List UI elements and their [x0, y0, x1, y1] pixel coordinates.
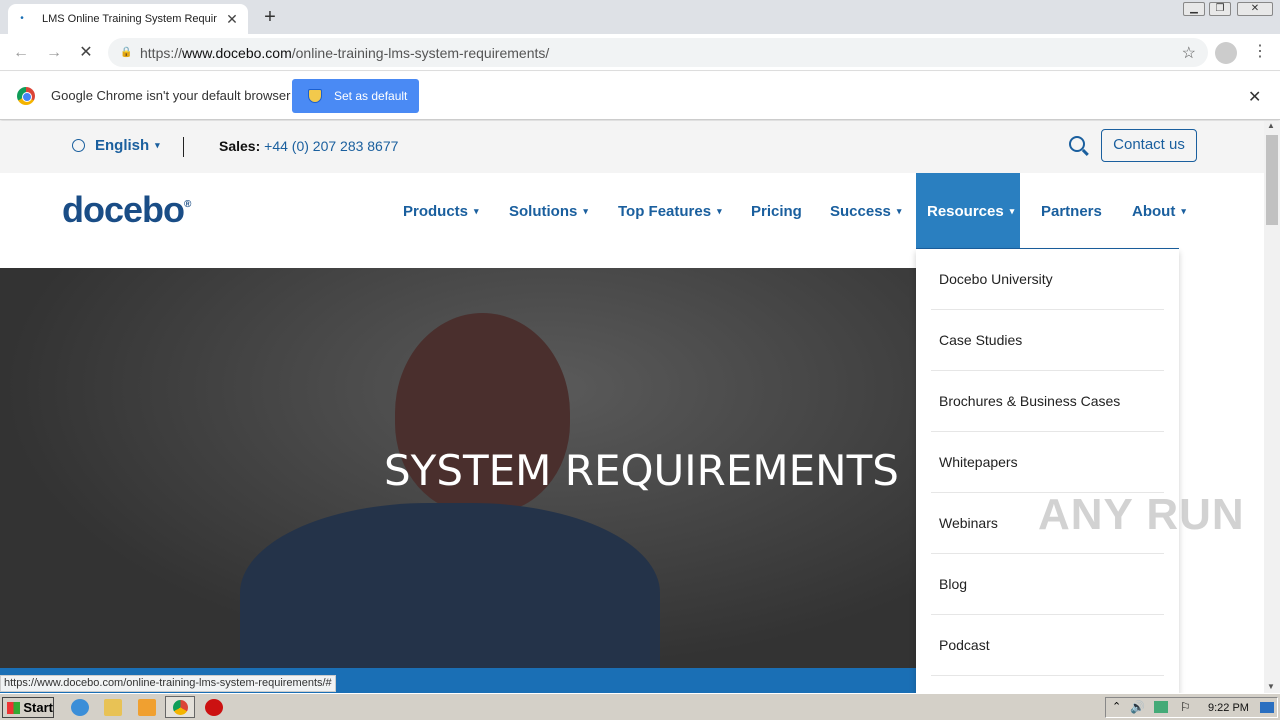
hero-person-body [240, 503, 660, 668]
window-close-button[interactable]: ✕ [1237, 2, 1273, 16]
infobar-close-icon[interactable]: ✕ [1248, 87, 1261, 107]
contact-us-button[interactable]: Contact us [1101, 129, 1197, 162]
minimize-button[interactable]: ▁ [1183, 2, 1205, 16]
stop-loading-icon[interactable]: ✕ [75, 42, 97, 64]
caret-down-icon: ▾ [583, 205, 588, 216]
menu-item-whitepapers[interactable]: Whitepapers [931, 432, 1164, 493]
taskbar-clock[interactable]: 9:22 PM [1208, 702, 1249, 714]
favicon-icon: • [20, 13, 24, 24]
url-text[interactable]: https://www.docebo.com/online-training-l… [140, 45, 549, 61]
action-center-flag-icon[interactable]: ⚐ [1180, 700, 1191, 714]
nav-solutions[interactable]: Solutions ▾ [498, 173, 599, 249]
docebo-logo[interactable]: docebo® [62, 189, 191, 231]
browser-toolbar: ← → ✕ 🔒 https://www.docebo.com/online-tr… [0, 34, 1280, 71]
site-topbar: English ▾ Sales: +44 (0) 207 283 8677 Co… [0, 121, 1264, 173]
bookmark-star-icon[interactable]: ☆ [1182, 43, 1196, 63]
back-icon[interactable]: ← [10, 42, 32, 64]
sales-label: Sales: [219, 138, 261, 154]
nav-partners[interactable]: Partners [1030, 173, 1113, 249]
nav-pricing[interactable]: Pricing [740, 173, 813, 249]
resources-dropdown-menu: Docebo University Case Studies Brochures… [916, 249, 1179, 693]
new-tab-button[interactable]: + [258, 5, 282, 29]
tab-close-icon[interactable]: ✕ [224, 11, 240, 28]
sales-phone-link[interactable]: +44 (0) 207 283 8677 [264, 138, 398, 154]
default-browser-infobar: Google Chrome isn't your default browser… [0, 72, 1280, 120]
browser-tab[interactable]: • LMS Online Training System Requirem ✕ [8, 4, 248, 34]
chrome-icon [173, 700, 188, 715]
scroll-down-icon[interactable]: ▼ [1267, 682, 1275, 691]
internet-explorer-icon[interactable] [71, 699, 89, 716]
language-label: English [95, 137, 150, 154]
chrome-taskbar-button[interactable] [165, 696, 195, 718]
opera-icon[interactable] [205, 699, 223, 716]
nav-label: Products [403, 202, 469, 220]
menu-item-docebo-university[interactable]: Docebo University [931, 249, 1164, 310]
set-as-default-label: Set as default [334, 89, 408, 103]
tab-strip: • LMS Online Training System Requirem ✕ … [0, 0, 1280, 34]
caret-down-icon: ▾ [717, 205, 722, 216]
media-player-icon[interactable] [138, 699, 156, 716]
address-bar[interactable]: 🔒 https://www.docebo.com/online-training… [108, 38, 1208, 67]
divider [183, 137, 184, 157]
chrome-logo-icon [17, 87, 35, 105]
page-title: SYSTEM REQUIREMENTS [384, 446, 899, 495]
page-viewport: English ▾ Sales: +44 (0) 207 283 8677 Co… [0, 121, 1264, 693]
show-desktop-icon[interactable] [1260, 702, 1274, 713]
caret-down-icon: ▾ [1181, 205, 1186, 216]
start-button[interactable]: Start [2, 697, 54, 718]
infobar-message: Google Chrome isn't your default browser [51, 88, 291, 103]
nav-label: Solutions [509, 202, 578, 220]
logo-registered-mark: ® [184, 199, 191, 210]
profile-avatar-icon[interactable] [1215, 42, 1237, 64]
menu-item-blog[interactable]: Blog [931, 554, 1164, 615]
system-tray: ⌃ 🔊 ⚐ [1105, 697, 1278, 718]
globe-icon [72, 139, 85, 152]
nav-label: Success [830, 202, 891, 220]
nav-label: Top Features [618, 202, 712, 220]
sales-contact: Sales: +44 (0) 207 283 8677 [219, 138, 398, 154]
windows-taskbar: Start ⌃ 🔊 ⚐ 9:22 PM [0, 693, 1280, 720]
chrome-menu-icon[interactable]: ⋮ [1252, 41, 1268, 61]
nav-label: About [1132, 202, 1176, 220]
nav-resources[interactable]: Resources ▾ [916, 173, 1020, 249]
menu-item-case-studies[interactable]: Case Studies [931, 310, 1164, 371]
logo-text: docebo [62, 189, 185, 230]
restore-button[interactable]: ❐ [1209, 2, 1231, 16]
menu-item-brochures[interactable]: Brochures & Business Cases [931, 371, 1164, 432]
scroll-up-icon[interactable]: ▲ [1267, 121, 1275, 130]
uac-shield-icon [308, 89, 322, 103]
nav-label: Resources [927, 202, 1004, 220]
volume-icon[interactable]: 🔊 [1130, 700, 1145, 714]
set-as-default-button[interactable]: Set as default [292, 79, 419, 113]
network-icon[interactable] [1154, 701, 1168, 713]
file-explorer-icon[interactable] [104, 699, 122, 716]
tab-title: LMS Online Training System Requirem [42, 13, 217, 25]
nav-products[interactable]: Products ▾ [392, 173, 490, 249]
lock-icon: 🔒 [120, 46, 133, 58]
nav-label: Partners [1041, 202, 1102, 220]
search-icon[interactable] [1069, 136, 1085, 152]
start-label: Start [23, 700, 53, 715]
caret-down-icon: ▾ [474, 205, 479, 216]
caret-down-icon: ▾ [896, 205, 902, 216]
tray-expand-icon[interactable]: ⌃ [1112, 700, 1121, 713]
caret-down-icon: ▾ [1009, 205, 1015, 216]
nav-top-features[interactable]: Top Features ▾ [607, 173, 733, 249]
forward-icon[interactable]: → [43, 42, 65, 64]
windows-logo-icon [7, 701, 21, 714]
nav-success[interactable]: Success ▾ [819, 173, 912, 249]
nav-about[interactable]: About ▾ [1121, 173, 1197, 249]
scrollbar-thumb[interactable] [1266, 135, 1278, 225]
menu-item-podcast[interactable]: Podcast [931, 615, 1164, 676]
nav-label: Pricing [751, 202, 802, 220]
anyrun-watermark: ANY RUN [1038, 490, 1245, 539]
caret-down-icon: ▾ [155, 140, 160, 150]
language-selector[interactable]: English ▾ [72, 137, 160, 154]
page-scrollbar[interactable]: ▲ ▼ [1264, 121, 1280, 693]
hero-banner: SYSTEM REQUIREMENTS [0, 268, 916, 668]
status-bar-url: https://www.docebo.com/online-training-l… [0, 675, 336, 692]
